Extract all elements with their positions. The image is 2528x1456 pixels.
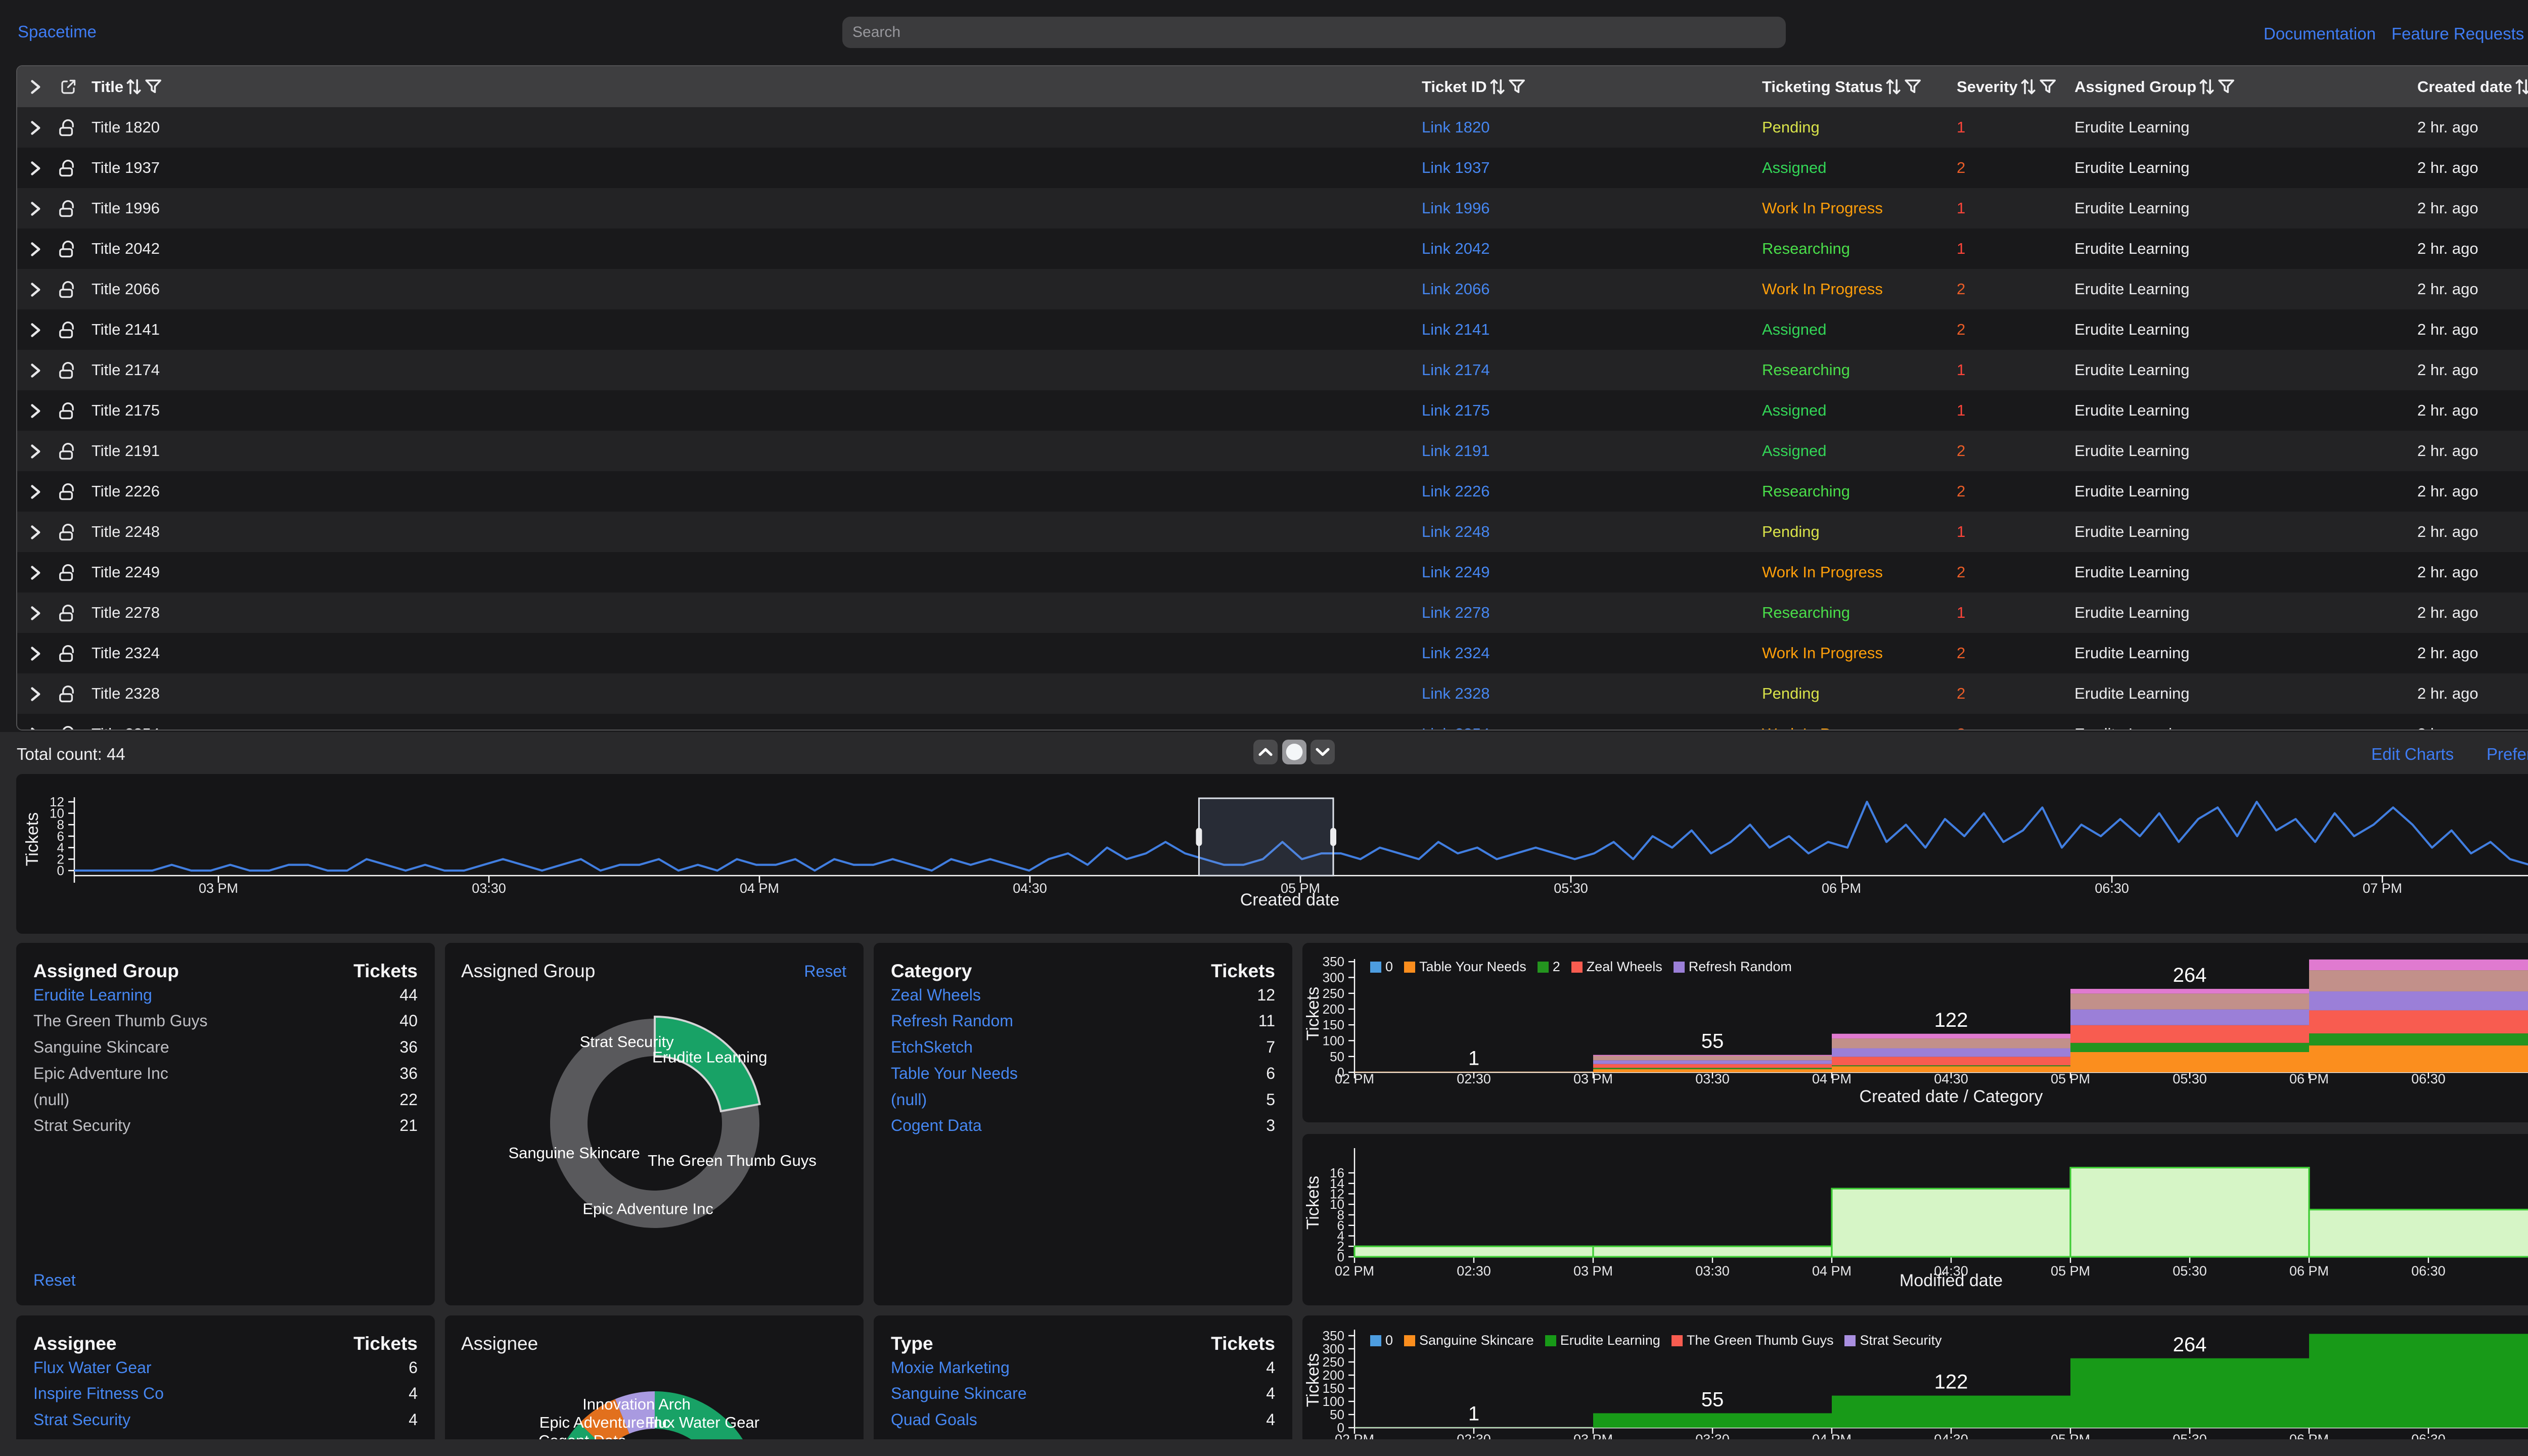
svg-text:02:30: 02:30 (1457, 1432, 1491, 1439)
svg-text:02 PM: 02 PM (1335, 1263, 1374, 1279)
svg-text:122: 122 (1934, 1009, 1968, 1031)
svg-text:Created date: Created date (1240, 890, 1340, 909)
svg-text:50: 50 (1330, 1407, 1344, 1422)
svg-text:Epic Adventure Inc: Epic Adventure Inc (582, 1200, 713, 1217)
svg-text:1: 1 (1468, 1402, 1479, 1425)
svg-text:05 PM: 05 PM (2051, 1432, 2090, 1439)
svg-text:55: 55 (1701, 1388, 1724, 1410)
svg-text:250: 250 (1323, 1354, 1344, 1370)
svg-text:04 PM: 04 PM (1812, 1432, 1852, 1439)
svg-text:100: 100 (1323, 1033, 1344, 1048)
svg-text:300: 300 (1323, 970, 1344, 985)
svg-text:05:30: 05:30 (1554, 881, 1588, 896)
svg-text:05:30: 05:30 (2173, 1071, 2207, 1086)
svg-text:Erudite Learning: Erudite Learning (652, 1048, 768, 1066)
svg-text:06:30: 06:30 (2411, 1263, 2446, 1279)
svg-text:Flux Water Gear: Flux Water Gear (645, 1414, 759, 1431)
svg-text:03 PM: 03 PM (1573, 1432, 1613, 1439)
svg-text:Tickets: Tickets (1303, 987, 1323, 1040)
svg-text:50: 50 (1330, 1049, 1344, 1064)
svg-text:03 PM: 03 PM (1573, 1263, 1613, 1279)
svg-text:06 PM: 06 PM (2289, 1071, 2329, 1086)
svg-text:150: 150 (1323, 1017, 1344, 1032)
svg-text:02 PM: 02 PM (1335, 1432, 1374, 1439)
svg-text:03:30: 03:30 (1695, 1263, 1730, 1279)
svg-text:1: 1 (1468, 1047, 1479, 1069)
svg-text:55: 55 (1701, 1030, 1724, 1053)
svg-text:264: 264 (2173, 1334, 2207, 1356)
svg-text:150: 150 (1323, 1381, 1344, 1396)
svg-text:The Green Thumb Guys: The Green Thumb Guys (648, 1152, 817, 1169)
svg-text:122: 122 (1934, 1371, 1968, 1393)
svg-text:Cogent Data: Cogent Data (538, 1432, 627, 1439)
svg-text:04 PM: 04 PM (1812, 1071, 1852, 1086)
svg-text:04 PM: 04 PM (740, 881, 779, 896)
svg-text:06 PM: 06 PM (2289, 1263, 2329, 1279)
svg-text:300: 300 (1323, 1341, 1344, 1356)
svg-text:350: 350 (1323, 954, 1344, 969)
svg-text:03:30: 03:30 (472, 881, 506, 896)
svg-text:100: 100 (1323, 1394, 1344, 1409)
svg-text:02 PM: 02 PM (1335, 1071, 1374, 1086)
svg-text:Modified date: Modified date (1900, 1271, 2003, 1290)
svg-text:12: 12 (50, 794, 64, 809)
svg-text:04:30: 04:30 (1934, 1071, 1968, 1086)
svg-text:05 PM: 05 PM (2051, 1071, 2090, 1086)
svg-text:350: 350 (1323, 1328, 1344, 1343)
svg-text:Tickets: Tickets (1303, 1353, 1323, 1407)
svg-text:200: 200 (1323, 1002, 1344, 1017)
svg-text:Tickets: Tickets (1303, 1176, 1323, 1230)
svg-text:07 PM: 07 PM (2363, 881, 2402, 896)
svg-text:Created date / Category: Created date / Category (1860, 1087, 2043, 1106)
svg-text:02:30: 02:30 (1457, 1071, 1491, 1086)
svg-text:06:30: 06:30 (2095, 881, 2129, 896)
svg-text:05:30: 05:30 (2173, 1263, 2207, 1279)
svg-text:03 PM: 03 PM (199, 881, 238, 896)
svg-text:250: 250 (1323, 986, 1344, 1001)
svg-text:06 PM: 06 PM (1822, 881, 1861, 896)
svg-text:05 PM: 05 PM (2051, 1263, 2090, 1279)
svg-text:06 PM: 06 PM (2289, 1432, 2329, 1439)
svg-text:Innovation Arch: Innovation Arch (582, 1395, 691, 1413)
svg-text:04:30: 04:30 (1013, 881, 1047, 896)
svg-text:04:30: 04:30 (1934, 1432, 1968, 1439)
svg-text:02:30: 02:30 (1457, 1263, 1491, 1279)
svg-text:04 PM: 04 PM (1812, 1263, 1852, 1279)
svg-text:16: 16 (1330, 1165, 1344, 1180)
svg-text:03:30: 03:30 (1695, 1432, 1730, 1439)
svg-text:Tickets: Tickets (23, 812, 42, 866)
svg-text:03 PM: 03 PM (1573, 1071, 1613, 1086)
svg-text:05:30: 05:30 (2173, 1432, 2207, 1439)
svg-text:06:30: 06:30 (2411, 1071, 2446, 1086)
svg-text:200: 200 (1323, 1368, 1344, 1383)
svg-text:Sanguine Skincare: Sanguine Skincare (508, 1144, 640, 1162)
svg-text:03:30: 03:30 (1695, 1071, 1730, 1086)
svg-text:06:30: 06:30 (2411, 1432, 2446, 1439)
svg-text:264: 264 (2173, 964, 2207, 986)
